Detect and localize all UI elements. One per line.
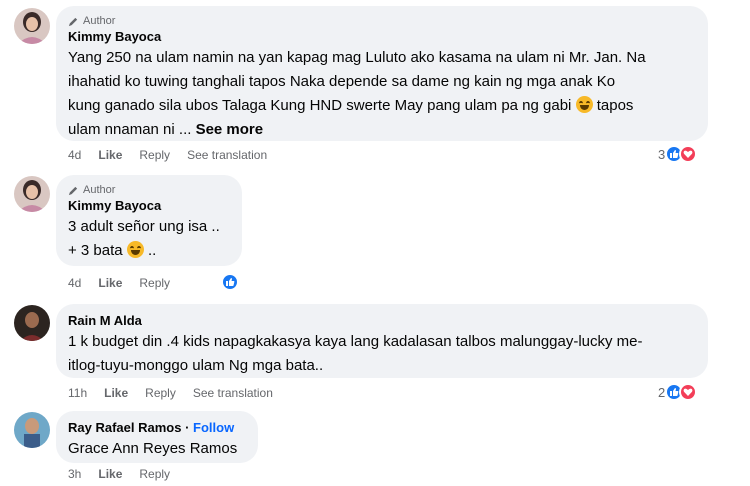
comment-text: 3 adult señor ung isa .. + 3 bata .. bbox=[68, 218, 220, 259]
avatar[interactable] bbox=[14, 8, 50, 44]
reply-button[interactable]: Reply bbox=[145, 386, 176, 400]
pencil-icon bbox=[68, 186, 78, 195]
pencil-icon bbox=[68, 17, 78, 26]
comment-time[interactable]: 4d bbox=[68, 276, 81, 290]
avatar[interactable] bbox=[14, 412, 50, 448]
commenter-name[interactable]: Ray Rafael Ramos bbox=[68, 420, 181, 435]
laughing-tears-emoji-icon bbox=[126, 241, 144, 258]
reaction-summary[interactable] bbox=[221, 273, 239, 291]
comment-time[interactable]: 3h bbox=[68, 467, 81, 481]
like-button[interactable]: Like bbox=[98, 148, 122, 162]
laughing-tears-emoji-icon bbox=[575, 96, 593, 113]
author-badge: Author bbox=[68, 183, 230, 197]
reaction-summary[interactable]: 2 bbox=[658, 383, 698, 401]
comment-time[interactable]: 11h bbox=[68, 386, 87, 400]
comment-bubble: Author Kimmy Bayoca 3 adult señor ung is… bbox=[56, 175, 242, 266]
comment-text: Yang 250 na ulam namin na yan kapag mag … bbox=[68, 49, 646, 138]
comment-time[interactable]: 4d bbox=[68, 148, 81, 162]
heart-icon bbox=[679, 145, 698, 163]
commenter-name[interactable]: Kimmy Bayoca bbox=[68, 197, 230, 215]
reaction-summary[interactable]: 3 bbox=[658, 145, 698, 163]
reply-button[interactable]: Reply bbox=[139, 148, 170, 162]
comment-bubble: Rain M Alda 1 k budget din .4 kids napag… bbox=[56, 304, 708, 378]
heart-icon bbox=[679, 383, 698, 401]
commenter-name[interactable]: Kimmy Bayoca bbox=[68, 28, 696, 46]
see-more-link[interactable]: See more bbox=[196, 121, 264, 138]
author-badge: Author bbox=[68, 14, 696, 28]
see-translation-button[interactable]: See translation bbox=[187, 148, 267, 162]
reaction-count: 2 bbox=[658, 384, 666, 400]
comment-bubble: Author Kimmy Bayoca Yang 250 na ulam nam… bbox=[56, 6, 708, 141]
like-button[interactable]: Like bbox=[98, 467, 122, 481]
reply-button[interactable]: Reply bbox=[139, 467, 170, 481]
thumbs-up-icon bbox=[221, 273, 239, 291]
avatar[interactable] bbox=[14, 176, 50, 212]
commenter-name-row: Ray Rafael Ramos · Follow bbox=[68, 420, 235, 435]
like-button[interactable]: Like bbox=[104, 386, 128, 400]
follow-button[interactable]: Follow bbox=[193, 420, 234, 435]
reaction-count: 3 bbox=[658, 146, 666, 162]
see-translation-button[interactable]: See translation bbox=[193, 386, 273, 400]
reply-button[interactable]: Reply bbox=[139, 276, 170, 290]
comment-text: Grace Ann Reyes Ramos bbox=[68, 437, 246, 461]
commenter-name[interactable]: Rain M Alda bbox=[68, 312, 696, 330]
mentioned-user[interactable]: Grace Ann Reyes Ramos bbox=[68, 437, 246, 461]
avatar[interactable] bbox=[14, 305, 50, 341]
like-button[interactable]: Like bbox=[98, 276, 122, 290]
comment-bubble: Ray Rafael Ramos · Follow Grace Ann Reye… bbox=[56, 411, 258, 463]
comment-text: 1 k budget din .4 kids napagkakasya kaya… bbox=[68, 333, 643, 374]
